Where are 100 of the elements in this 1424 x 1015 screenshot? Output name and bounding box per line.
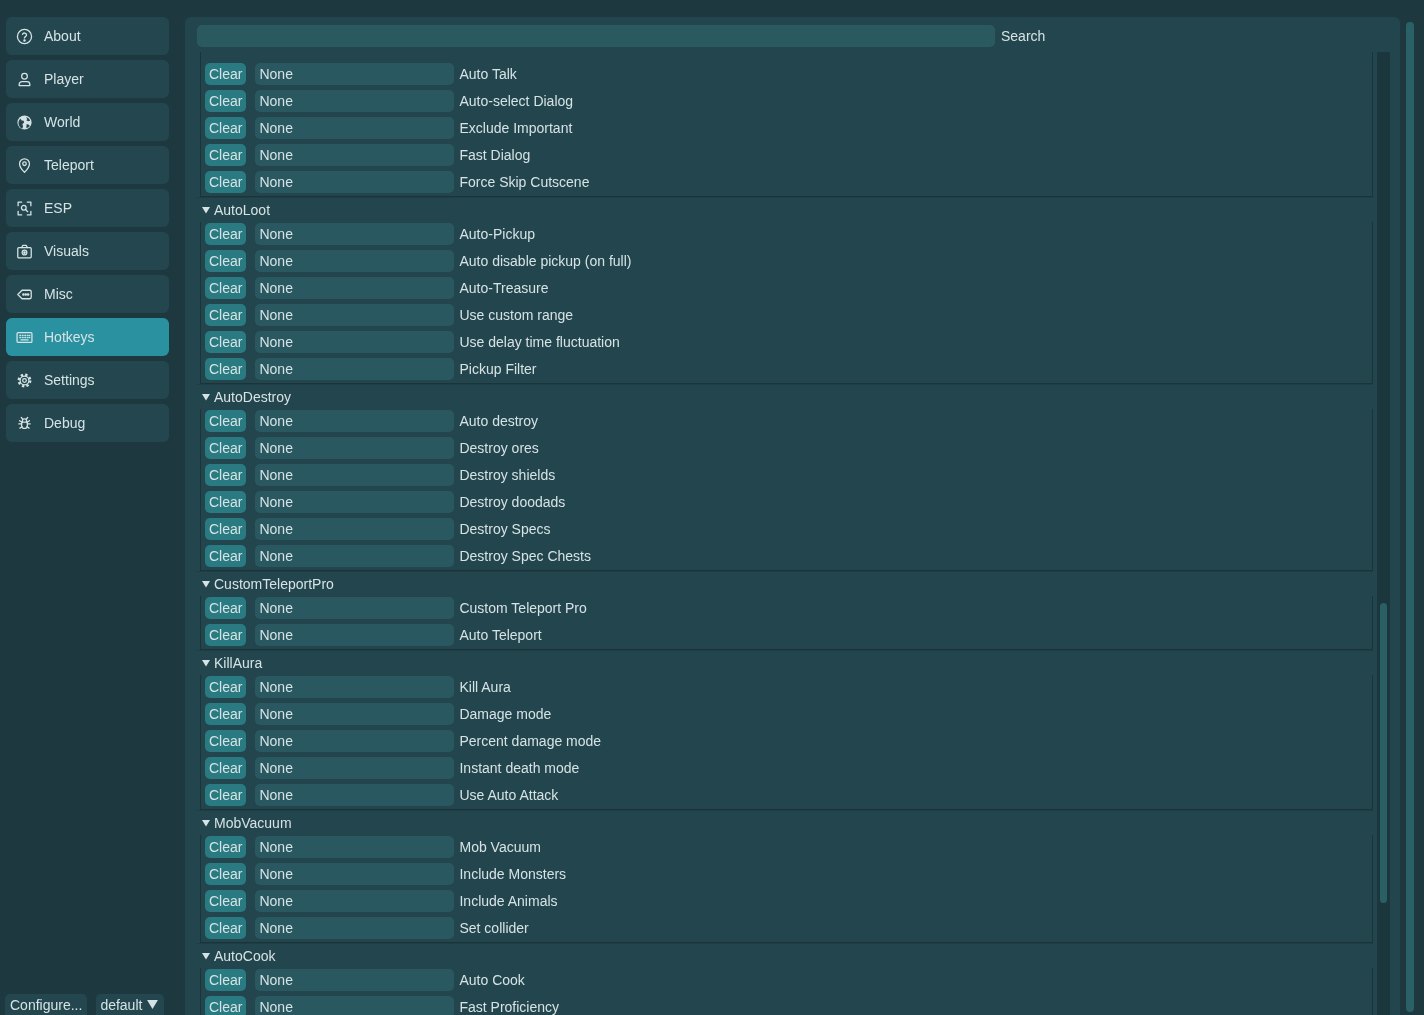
hotkey-field[interactable]: None [255,358,455,380]
scrollbar-thumb[interactable] [1380,603,1387,903]
hotkey-field[interactable]: None [255,250,455,272]
clear-button[interactable]: Clear [205,784,247,806]
hotkey-label: Auto Cook [459,972,525,988]
hotkey-label: Auto Teleport [459,627,542,643]
group-header[interactable]: MobVacuum [197,810,1373,835]
group-header[interactable]: CustomTeleportPro [197,571,1373,596]
hotkey-field[interactable]: None [255,304,455,326]
hotkey-field[interactable]: None [255,996,455,1015]
hotkey-label: Damage mode [459,706,552,722]
sidebar-item[interactable]: World [6,103,169,141]
hotkey-field[interactable]: None [255,117,455,139]
hotkey-field[interactable]: None [255,836,455,858]
hotkey-field[interactable]: None [255,917,455,939]
clear-button[interactable]: Clear [205,518,247,540]
hotkey-field[interactable]: None [255,676,455,698]
hotkey-field[interactable]: None [255,491,455,513]
clear-button[interactable]: Clear [205,277,247,299]
sidebar-item[interactable]: Player [6,60,169,98]
hotkey-label: Custom Teleport Pro [459,600,587,616]
hotkey-field[interactable]: None [255,410,455,432]
clear-button[interactable]: Clear [205,437,247,459]
sidebar-item[interactable]: Teleport [6,146,169,184]
scrollbar-thumb[interactable] [1406,22,1414,1012]
sidebar-item[interactable]: Debug [6,404,169,442]
clear-button[interactable]: Clear [205,996,247,1015]
hotkey-field[interactable]: None [255,757,455,779]
clear-button[interactable]: Clear [205,597,247,619]
clear-button[interactable]: Clear [205,624,247,646]
configure-button[interactable]: Configure... [5,994,88,1015]
hotkey-label: Auto-Treasure [459,280,549,296]
hotkey-field[interactable]: None [255,90,455,112]
clear-button[interactable]: Clear [205,304,247,326]
hotkey-label: Auto-Pickup [459,226,535,242]
hotkey-field[interactable]: None [255,703,455,725]
scrollbar-track[interactable] [1377,52,1390,1015]
clear-button[interactable]: Clear [205,836,247,858]
clear-button[interactable]: Clear [205,464,247,486]
hotkey-field[interactable]: None [255,624,455,646]
clear-button[interactable]: Clear [205,890,247,912]
globe-icon [16,113,33,131]
group-header[interactable]: AutoCook [197,943,1373,968]
hotkey-field[interactable]: None [255,784,455,806]
clear-button[interactable]: Clear [205,730,247,752]
clear-button[interactable]: Clear [205,331,247,353]
hotkey-field[interactable]: None [255,63,455,85]
hotkey-field[interactable]: None [255,277,455,299]
hotkey-field[interactable]: None [255,890,455,912]
clear-button[interactable]: Clear [205,90,247,112]
sidebar-item[interactable]: Settings [6,361,169,399]
hotkey-label: Instant death mode [459,760,580,776]
hotkey-label: Exclude Important [459,120,573,136]
clear-button[interactable]: Clear [205,757,247,779]
clear-button[interactable]: Clear [205,863,247,885]
group-header[interactable]: AutoLoot [197,197,1373,222]
settings-icon [16,371,33,389]
clear-button[interactable]: Clear [205,358,247,380]
sidebar-item[interactable]: About [6,17,169,55]
sidebar-item[interactable]: Visuals [6,232,169,270]
sidebar-item[interactable]: ESP [6,189,169,227]
clear-button[interactable]: Clear [205,969,247,991]
hotkey-field[interactable]: None [255,969,455,991]
hotkey-field[interactable]: None [255,464,455,486]
hotkey-label: Use delay time fluctuation [459,334,620,350]
hotkey-field[interactable]: None [255,171,455,193]
hotkey-label: Mob Vacuum [459,839,541,855]
hotkey-label: Fast Proficiency [459,999,560,1015]
hotkey-field[interactable]: None [255,545,455,567]
clear-button[interactable]: Clear [205,171,247,193]
clear-button[interactable]: Clear [205,410,247,432]
sidebar-item[interactable]: Misc [6,275,169,313]
clear-button[interactable]: Clear [205,223,247,245]
group-header[interactable]: KillAura [197,650,1373,675]
hotkey-label: Auto disable pickup (on full) [459,253,632,269]
search-label: Search [1001,27,1046,46]
clear-button[interactable]: Clear [205,250,247,272]
group-header[interactable]: AutoDestroy [197,384,1373,409]
hotkey-field[interactable]: None [255,730,455,752]
bug-icon [16,414,33,432]
hotkey-field[interactable]: None [255,144,455,166]
clear-button[interactable]: Clear [205,63,247,85]
hotkey-field[interactable]: None [255,518,455,540]
clear-button[interactable]: Clear [205,703,247,725]
clear-button[interactable]: Clear [205,917,247,939]
hotkey-label: Fast Dialog [459,147,531,163]
clear-button[interactable]: Clear [205,144,247,166]
clear-button[interactable]: Clear [205,676,247,698]
clear-button[interactable]: Clear [205,117,247,139]
hotkey-field[interactable]: None [255,863,455,885]
hotkey-field[interactable]: None [255,597,455,619]
clear-button[interactable]: Clear [205,545,247,567]
clear-button[interactable]: Clear [205,491,247,513]
scan-search-icon [16,199,33,217]
caret-icon [147,1000,159,1009]
hotkey-field[interactable]: None [255,437,455,459]
hotkey-label: Kill Aura [459,679,511,695]
profile-dropdown[interactable]: default [96,994,165,1015]
hotkey-field[interactable]: None [255,331,455,353]
hotkey-field[interactable]: None [255,223,455,245]
